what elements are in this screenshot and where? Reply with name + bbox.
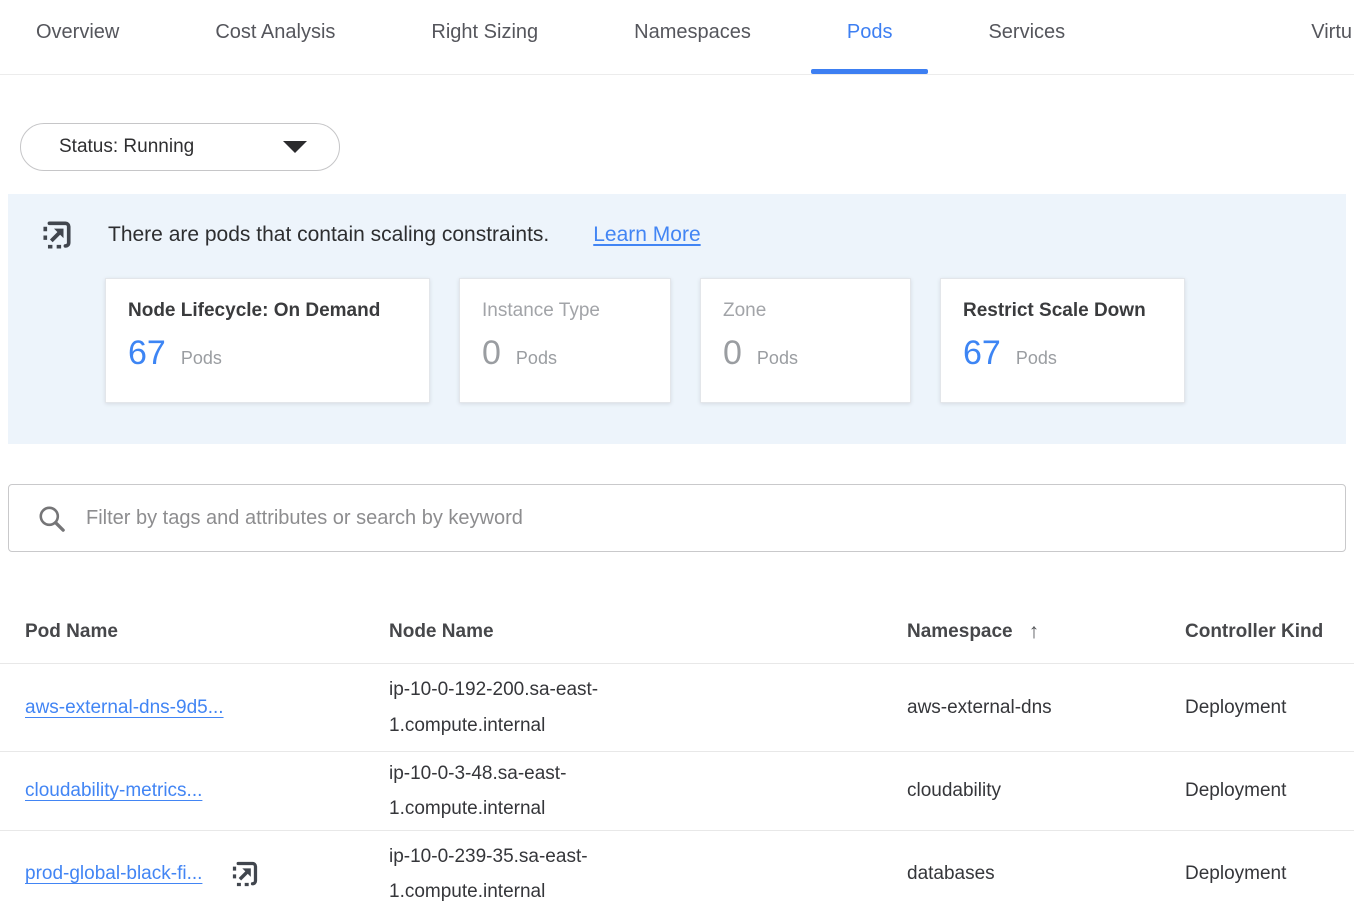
tab-virtu[interactable]: Virtu [1275,0,1354,74]
card-unit: Pods [1016,348,1057,369]
tab-overview[interactable]: Overview [0,0,155,74]
card-value: 67 [963,334,1001,373]
column-header-label: Namespace [907,621,1013,643]
table-row: aws-external-dns-9d5... ip-10-0-192-200.s… [0,664,1354,752]
table-header-row: Pod Name Node Name Namespace ↑ Controller Ki… [0,601,1354,664]
card-value-row: 0 Pods [482,334,660,373]
namespace: aws-external-dns [907,690,1059,725]
constraint-card-zone[interactable]: Zone 0 Pods [700,278,911,403]
pod-name-cell: cloudability-metrics... [25,780,389,802]
column-header-label: Node Name [389,621,494,643]
tab-label: Pods [847,21,893,44]
tab-label: Overview [36,21,119,44]
chevron-down-icon [283,141,307,153]
scaling-constraints-banner: There are pods that contain scaling cons… [8,194,1346,444]
pods-table: Pod Name Node Name Namespace ↑ Controller Ki… [0,601,1354,917]
search-icon [36,503,67,534]
banner-message-row: There are pods that contain scaling cons… [8,216,1346,254]
constraint-cards: Node Lifecycle: On Demand67PodsInstance … [105,278,1346,403]
tab-services[interactable]: Services [952,0,1101,74]
column-header-label: Controller Kind [1185,621,1323,643]
tab-namespaces[interactable]: Namespaces [598,0,787,74]
constraint-card-restrict-scale-down[interactable]: Restrict Scale Down 67 Pods [940,278,1185,403]
tab-label: Right Sizing [431,21,538,44]
node-name-cell: ip-10-0-239-35.sa-east-1.compute.interna… [389,839,907,909]
filter-search[interactable] [8,484,1346,552]
node-name-cell: ip-10-0-3-48.sa-east-1.compute.internal [389,756,907,826]
controller-kind-cell: Deployment [1185,780,1354,802]
active-tab-underline [811,69,929,74]
controller-kind: Deployment [1185,863,1354,885]
pod-name-link[interactable]: cloudability-metrics... [25,780,202,802]
tab-bar: Overview Cost Analysis Right Sizing Namespa… [0,0,1354,75]
card-unit: Pods [181,348,222,369]
card-value: 0 [482,334,501,373]
pod-name-link[interactable]: aws-external-dns-9d5... [25,697,224,719]
card-value-row: 0 Pods [723,334,900,373]
node-name-cell: ip-10-0-192-200.sa-east-1.compute.intern… [389,672,907,742]
card-title: Node Lifecycle: On Demand [128,300,419,322]
controller-kind-cell: Deployment [1185,697,1354,719]
tab-label: Services [988,21,1065,44]
card-unit: Pods [516,348,557,369]
table-row: cloudability-metrics... ip-10-0-3-48.sa-e… [0,752,1354,831]
card-value-row: 67 Pods [963,334,1174,373]
tab-label: Virtu [1311,21,1352,44]
status-filter-dropdown[interactable]: Status: Running [20,123,340,171]
controller-kind-cell: Deployment [1185,863,1354,885]
table-body: aws-external-dns-9d5... ip-10-0-192-200.s… [0,664,1354,917]
column-header-node-name[interactable]: Node Name [389,621,907,643]
tab-pods[interactable]: Pods [811,0,929,74]
card-value: 67 [128,334,166,373]
column-header-controller-kind[interactable]: Controller Kind [1185,621,1354,643]
constraint-card-node-lifecycle-on-demand[interactable]: Node Lifecycle: On Demand 67 Pods [105,278,430,403]
tab-right-sizing[interactable]: Right Sizing [395,0,574,74]
namespace: databases [907,856,1059,891]
table-row: prod-global-black-fi... ip-10-0-239-35.sa… [0,831,1354,917]
scaling-constraint-icon [38,216,76,254]
scaling-constraint-icon [228,857,262,891]
card-title: Instance Type [482,300,660,322]
namespace: cloudability [907,773,1059,808]
constraint-card-instance-type[interactable]: Instance Type 0 Pods [459,278,671,403]
learn-more-link[interactable]: Learn More [593,223,700,247]
banner-message: There are pods that contain scaling cons… [108,223,549,247]
card-value-row: 67 Pods [128,334,419,373]
controller-kind: Deployment [1185,780,1354,802]
search-input[interactable] [84,506,1325,531]
card-value: 0 [723,334,742,373]
tab-label: Namespaces [634,21,751,44]
pod-name-cell: aws-external-dns-9d5... [25,697,389,719]
column-header-namespace[interactable]: Namespace ↑ [907,620,1185,644]
status-filter-label: Status: Running [59,136,194,158]
node-name: ip-10-0-192-200.sa-east-1.compute.intern… [389,672,661,742]
card-unit: Pods [757,348,798,369]
pods-page: Overview Cost Analysis Right Sizing Namespa… [0,0,1354,917]
node-name: ip-10-0-3-48.sa-east-1.compute.internal [389,756,661,826]
card-title: Zone [723,300,900,322]
tab-label: Cost Analysis [215,21,335,44]
sort-ascending-icon: ↑ [1029,620,1040,644]
tab-cost-analysis[interactable]: Cost Analysis [179,0,371,74]
column-header-label: Pod Name [25,621,118,643]
column-header-pod-name[interactable]: Pod Name [25,621,389,643]
controller-kind: Deployment [1185,697,1354,719]
card-title: Restrict Scale Down [963,300,1174,322]
namespace-cell: aws-external-dns [907,690,1185,725]
pod-name-cell: prod-global-black-fi... [25,857,389,891]
node-name: ip-10-0-239-35.sa-east-1.compute.interna… [389,839,661,909]
namespace-cell: databases [907,856,1185,891]
namespace-cell: cloudability [907,773,1185,808]
pod-name-link[interactable]: prod-global-black-fi... [25,863,202,885]
